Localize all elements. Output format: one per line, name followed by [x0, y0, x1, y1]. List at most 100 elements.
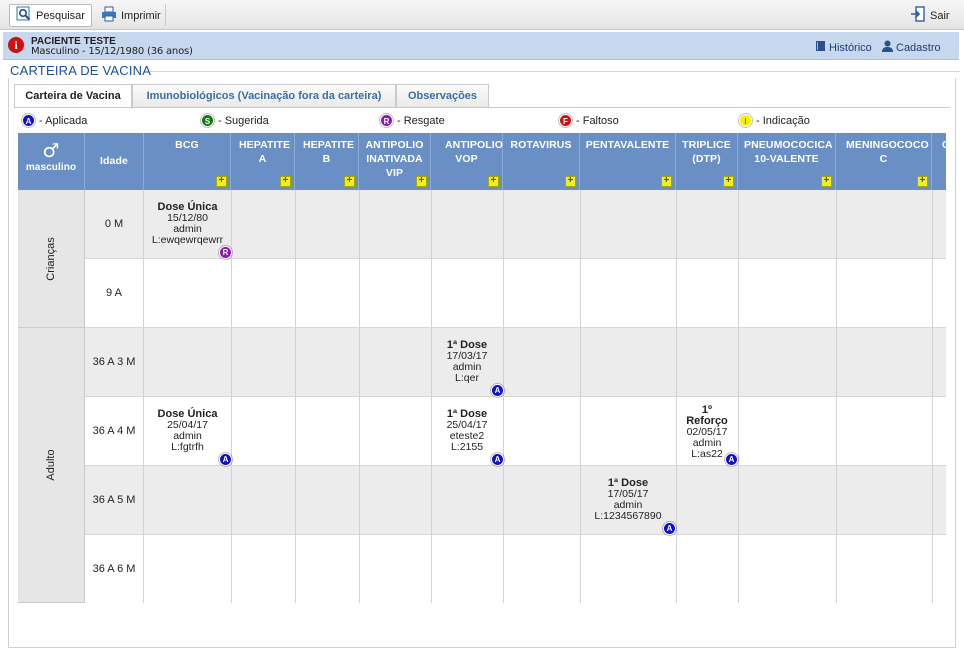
gender-label: masculino: [25, 162, 77, 173]
info-alert-icon: i: [8, 37, 24, 53]
suggested-badge-icon: S: [201, 114, 214, 127]
add-dose-icon[interactable]: +: [661, 176, 672, 187]
vaccine-header-hepatite-a: HEPATITE A +: [231, 133, 295, 190]
vaccine-header-triplice: TRIPLICE (DTP) +: [676, 133, 738, 190]
add-dose-icon[interactable]: +: [280, 176, 291, 187]
male-symbol-icon: ♂: [42, 140, 60, 162]
dose-lot: L:2155: [450, 441, 484, 453]
add-dose-icon[interactable]: +: [416, 176, 427, 187]
rescue-badge-icon: R: [380, 114, 393, 127]
vaccine-name: PENTAVALENTE: [585, 139, 670, 151]
add-dose-icon[interactable]: +: [488, 176, 499, 187]
dose-lot: L:as22: [691, 448, 723, 460]
tab-divider: [14, 107, 950, 108]
dose-entry-pentavalente-36a5m[interactable]: 1ª Dose 17/05/17 admin L:1234567890: [580, 478, 676, 522]
applied-status-icon: A: [219, 453, 232, 466]
add-dose-icon[interactable]: +: [917, 176, 928, 187]
legend-suggested: S - Sugerida: [201, 114, 269, 127]
vaccine-header-bcg: BCG +: [144, 133, 231, 190]
dose-lot: L:1234567890: [594, 510, 662, 522]
patient-info: Masculino - 15/12/1980 (36 anos): [31, 46, 193, 57]
column-divider: [431, 190, 432, 603]
history-label: Histórico: [829, 41, 872, 54]
dose-lot: L:fgtrfh: [171, 441, 204, 453]
applied-status-icon: A: [663, 522, 676, 535]
table-row: 36 A 6 M: [85, 535, 946, 603]
applied-status-icon: A: [491, 384, 504, 397]
vaccine-name: ANTIPOLIO INATIVADA VIP: [365, 139, 424, 179]
vaccine-header-hepatite-b: HEPATITE B +: [295, 133, 359, 190]
section-divider: [150, 71, 960, 72]
search-button[interactable]: Pesquisar: [9, 4, 92, 27]
exit-button[interactable]: Sair: [904, 4, 956, 27]
exit-icon: [910, 6, 926, 25]
legend-missed-label: - Faltoso: [576, 114, 619, 127]
section-title: CARTEIRA DE VACINA: [10, 63, 152, 78]
add-dose-icon[interactable]: +: [723, 176, 734, 187]
print-button[interactable]: Imprimir: [95, 4, 167, 27]
legend-applied: A - Aplicada: [22, 114, 87, 127]
dose-lot: L:qer: [455, 372, 479, 384]
toolbar: Pesquisar Imprimir Sair: [0, 0, 964, 30]
vaccine-header-partial: C: [932, 133, 946, 190]
add-dose-icon[interactable]: +: [821, 176, 832, 187]
vaccine-header-pentavalente: PENTAVALENTE +: [580, 133, 676, 190]
history-link[interactable]: Histórico: [815, 40, 872, 55]
column-divider: [503, 190, 504, 603]
tab-immunobiologicals[interactable]: Imunobiológicos (Vacinação fora da carte…: [132, 84, 396, 108]
vaccine-header-rotavirus: ROTAVIRUS +: [503, 133, 580, 190]
add-dose-icon[interactable]: +: [344, 176, 355, 187]
print-label: Imprimir: [121, 9, 161, 22]
age-label: 36 A 3 M: [85, 328, 144, 396]
column-divider: [738, 190, 739, 603]
search-label: Pesquisar: [36, 9, 85, 22]
book-icon: [815, 40, 826, 55]
toolbar-separator: [165, 4, 166, 26]
dose-entry-bcg-0m[interactable]: Dose Única 15/12/80 admin L:ewqewrqewrr: [144, 202, 231, 246]
exit-label: Sair: [930, 9, 950, 22]
vaccine-name: HEPATITE A: [239, 139, 291, 165]
column-divider: [359, 190, 360, 603]
add-dose-icon[interactable]: +: [216, 176, 227, 187]
legend-suggested-label: - Sugerida: [218, 114, 269, 127]
column-divider: [836, 190, 837, 603]
vaccine-name: MENINGOCOCO C: [846, 139, 929, 165]
column-divider: [932, 190, 933, 603]
applied-badge-icon: A: [22, 114, 35, 127]
age-label: 36 A 4 M: [85, 397, 144, 465]
age-label: 9 A: [85, 259, 144, 327]
legend-applied-label: - Aplicada: [39, 114, 88, 127]
applied-status-icon: A: [491, 453, 504, 466]
printer-icon: [101, 6, 117, 25]
table-row: 36 A 5 M: [85, 466, 946, 535]
legend-indication-label: - Indicação: [756, 114, 810, 127]
indication-badge-icon: I: [739, 114, 752, 127]
gender-header: ♂ masculino: [18, 133, 85, 190]
age-label: 36 A 5 M: [85, 466, 144, 534]
user-icon: [882, 40, 893, 55]
age-label: 0 M: [85, 190, 144, 258]
tab-vaccine-card[interactable]: Carteira de Vacina: [14, 84, 132, 109]
legend-rescue-label: - Resgate: [397, 114, 445, 127]
register-link[interactable]: Cadastro: [882, 40, 941, 55]
patient-bar: i PACIENTE TESTE Masculino - 15/12/1980 …: [3, 32, 959, 60]
group-label: Adulto: [45, 449, 57, 481]
dose-entry-vop-36a3m[interactable]: 1ª Dose 17/03/17 admin L:qer: [431, 340, 503, 384]
vaccine-name: HEPATITE B: [303, 139, 355, 165]
group-label: Crianças: [45, 236, 57, 281]
dose-lot: L:ewqewrqewrr: [151, 234, 224, 246]
vaccine-header-antipolio-vop: ANTIPOLIO VOP +: [431, 133, 503, 190]
dose-entry-dtp-36a4m[interactable]: 1º Reforço 02/05/17 admin L:as22: [680, 405, 734, 460]
vaccine-name: TRIPLICE (DTP): [682, 139, 731, 165]
search-icon: [16, 6, 32, 25]
tab-observations[interactable]: Observações: [396, 84, 489, 108]
add-dose-icon[interactable]: +: [565, 176, 576, 187]
age-header: Idade: [85, 133, 144, 190]
missed-badge-icon: F: [559, 114, 572, 127]
column-divider: [676, 190, 677, 603]
dose-entry-vop-36a4m[interactable]: 1ª Dose 25/04/17 eteste2 L:2155: [431, 409, 503, 453]
vaccine-grid: ♂ masculino Idade BCG + HEPATITE A + HEPAT…: [18, 133, 946, 603]
rescue-status-icon: R: [219, 246, 232, 259]
dose-entry-bcg-36a4m[interactable]: Dose Única 25/04/17 admin L:fgtrfh: [144, 409, 231, 453]
vaccine-name: ROTAVIRUS: [510, 139, 572, 151]
